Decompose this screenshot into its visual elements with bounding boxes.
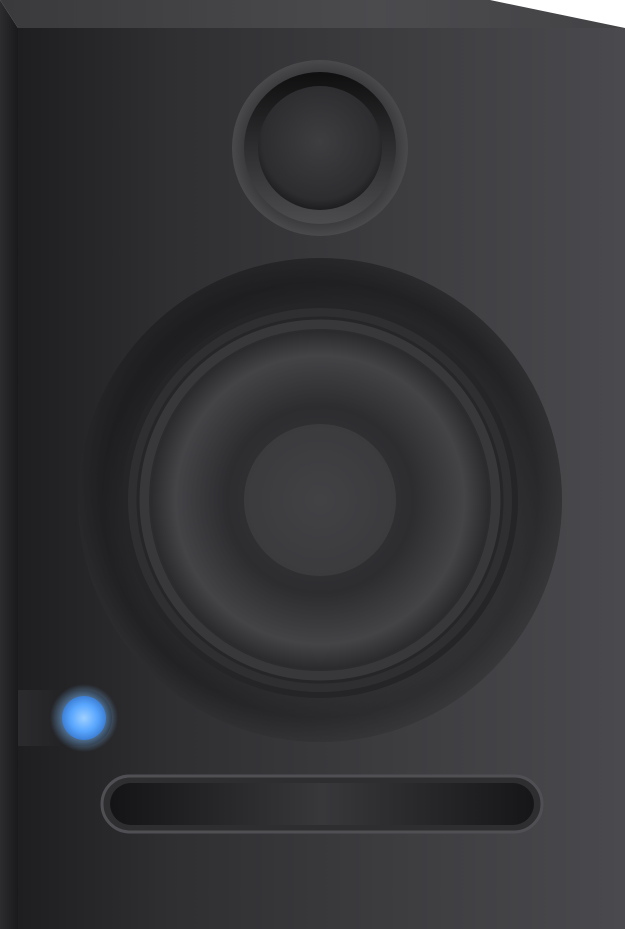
power-led-icon [18, 684, 118, 752]
woofer-dust-cap [244, 424, 396, 576]
cabinet-top-face [0, 0, 625, 28]
cabinet-side-face [0, 0, 18, 929]
tweeter-icon [232, 60, 408, 236]
woofer-icon [78, 258, 562, 742]
bass-port-icon [100, 774, 544, 834]
studio-monitor-speaker-icon [0, 0, 625, 929]
